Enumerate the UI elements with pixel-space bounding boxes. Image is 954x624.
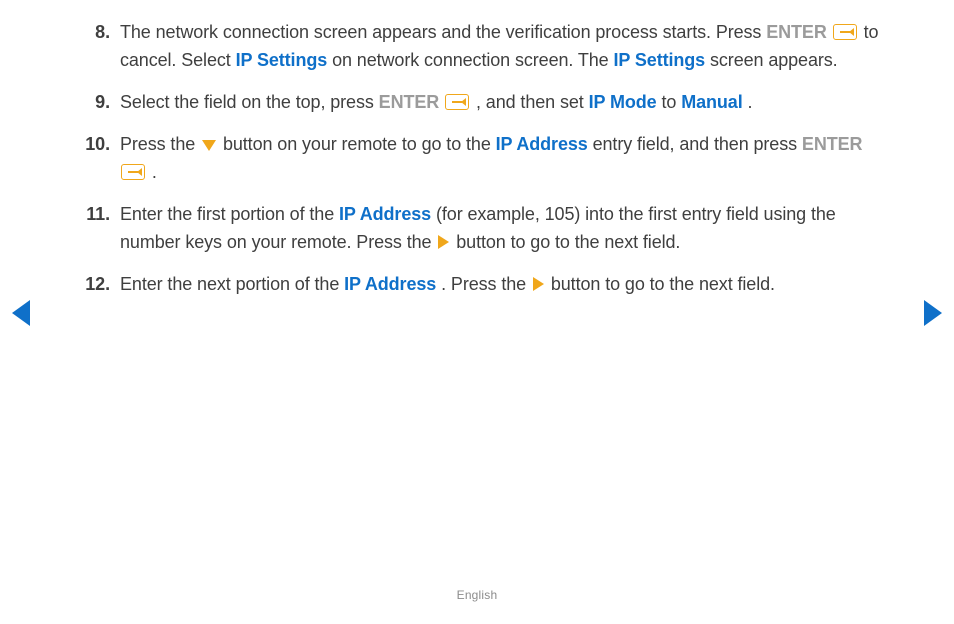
right-arrow-icon [438,235,449,249]
text: , and then set [476,92,589,112]
text: The network connection screen appears an… [120,22,766,42]
footer-language: English [0,588,954,602]
ip-address-label: IP Address [496,134,588,154]
enter-keyword: ENTER [802,134,863,154]
text: . [748,92,753,112]
enter-keyword: ENTER [379,92,440,112]
text: to [661,92,681,112]
text: button to go to the next field. [551,274,775,294]
step-11: Enter the first portion of the IP Addres… [82,200,882,256]
text: Enter the first portion of the [120,204,339,224]
down-arrow-icon [202,140,216,151]
step-list: The network connection screen appears an… [82,18,882,298]
manual-label: Manual [681,92,742,112]
text: on network connection screen. The [332,50,613,70]
ip-mode-label: IP Mode [589,92,657,112]
right-arrow-icon [533,277,544,291]
instruction-content: The network connection screen appears an… [82,18,882,312]
text: screen appears. [710,50,838,70]
ip-address-label: IP Address [339,204,431,224]
text: Press the [120,134,200,154]
text: . Press the [441,274,531,294]
enter-icon [445,94,469,110]
step-10: Press the button on your remote to go to… [82,130,882,186]
next-page-button[interactable] [924,300,942,326]
text: entry field, and then press [593,134,802,154]
step-8: The network connection screen appears an… [82,18,882,74]
enter-keyword: ENTER [766,22,827,42]
step-12: Enter the next portion of the IP Address… [82,270,882,298]
text: . [152,162,157,182]
ip-address-label: IP Address [344,274,436,294]
manual-page: The network connection screen appears an… [0,0,954,624]
enter-icon [121,164,145,180]
text: button to go to the next field. [456,232,680,252]
text: button on your remote to go to the [223,134,496,154]
enter-icon [833,24,857,40]
text: Enter the next portion of the [120,274,344,294]
ip-settings-label: IP Settings [614,50,706,70]
step-9: Select the field on the top, press ENTER… [82,88,882,116]
text: Select the field on the top, press [120,92,379,112]
prev-page-button[interactable] [12,300,30,326]
ip-settings-label: IP Settings [236,50,328,70]
